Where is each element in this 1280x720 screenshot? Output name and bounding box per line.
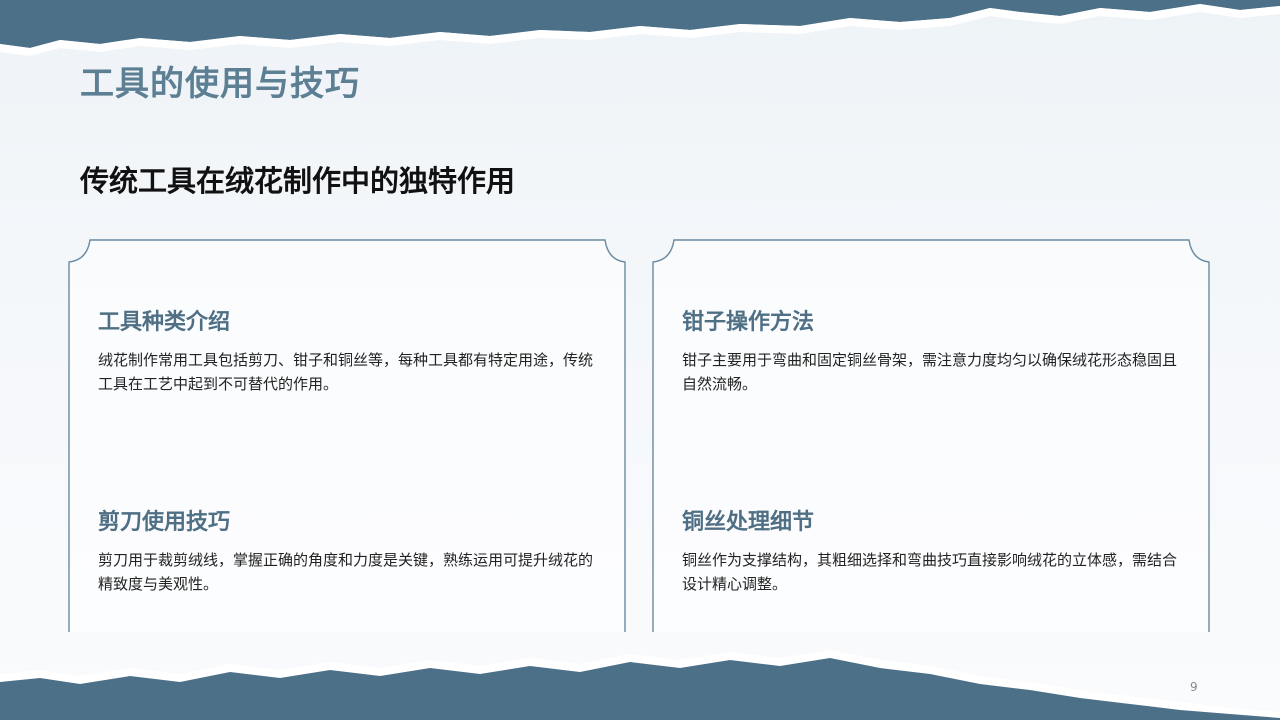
page-number: 9 [1190,680,1198,694]
left-panel: 工具种类介绍 绒花制作常用工具包括剪刀、钳子和铜丝等，每种工具都有特定用途，传统… [69,240,625,632]
card-scissors-tips: 剪刀使用技巧 剪刀用于裁剪绒线，掌握正确的角度和力度是关键，熟练运用可提升绒花的… [98,504,601,596]
card-text: 剪刀用于裁剪绒线，掌握正确的角度和力度是关键，熟练运用可提升绒花的精致度与美观性… [98,551,594,593]
right-panel: 钳子操作方法 钳子主要用于弯曲和固定铜丝骨架，需注意力度均匀以确保绒花形态稳固且… [653,240,1209,632]
card-text: 铜丝作为支撑结构，其粗细选择和弯曲技巧直接影响绒花的立体感，需结合设计精心调整。 [682,551,1178,593]
bottom-torn-paper-decoration [0,650,1280,720]
card-heading: 剪刀使用技巧 [98,510,231,535]
card-heading: 钳子操作方法 [682,310,815,335]
card-pliers-method: 钳子操作方法 钳子主要用于弯曲和固定铜丝骨架，需注意力度均匀以确保绒花形态稳固且… [682,304,1185,396]
card-text: 绒花制作常用工具包括剪刀、钳子和铜丝等，每种工具都有特定用途，传统工具在工艺中起… [98,351,594,393]
card-tool-types: 工具种类介绍 绒花制作常用工具包括剪刀、钳子和铜丝等，每种工具都有特定用途，传统… [98,304,601,396]
card-text: 钳子主要用于弯曲和固定铜丝骨架，需注意力度均匀以确保绒花形态稳固且自然流畅。 [682,351,1178,393]
card-heading: 铜丝处理细节 [682,510,815,535]
card-copper-wire: 铜丝处理细节 铜丝作为支撑结构，其粗细选择和弯曲技巧直接影响绒花的立体感，需结合… [682,504,1185,596]
card-heading: 工具种类介绍 [98,310,231,335]
